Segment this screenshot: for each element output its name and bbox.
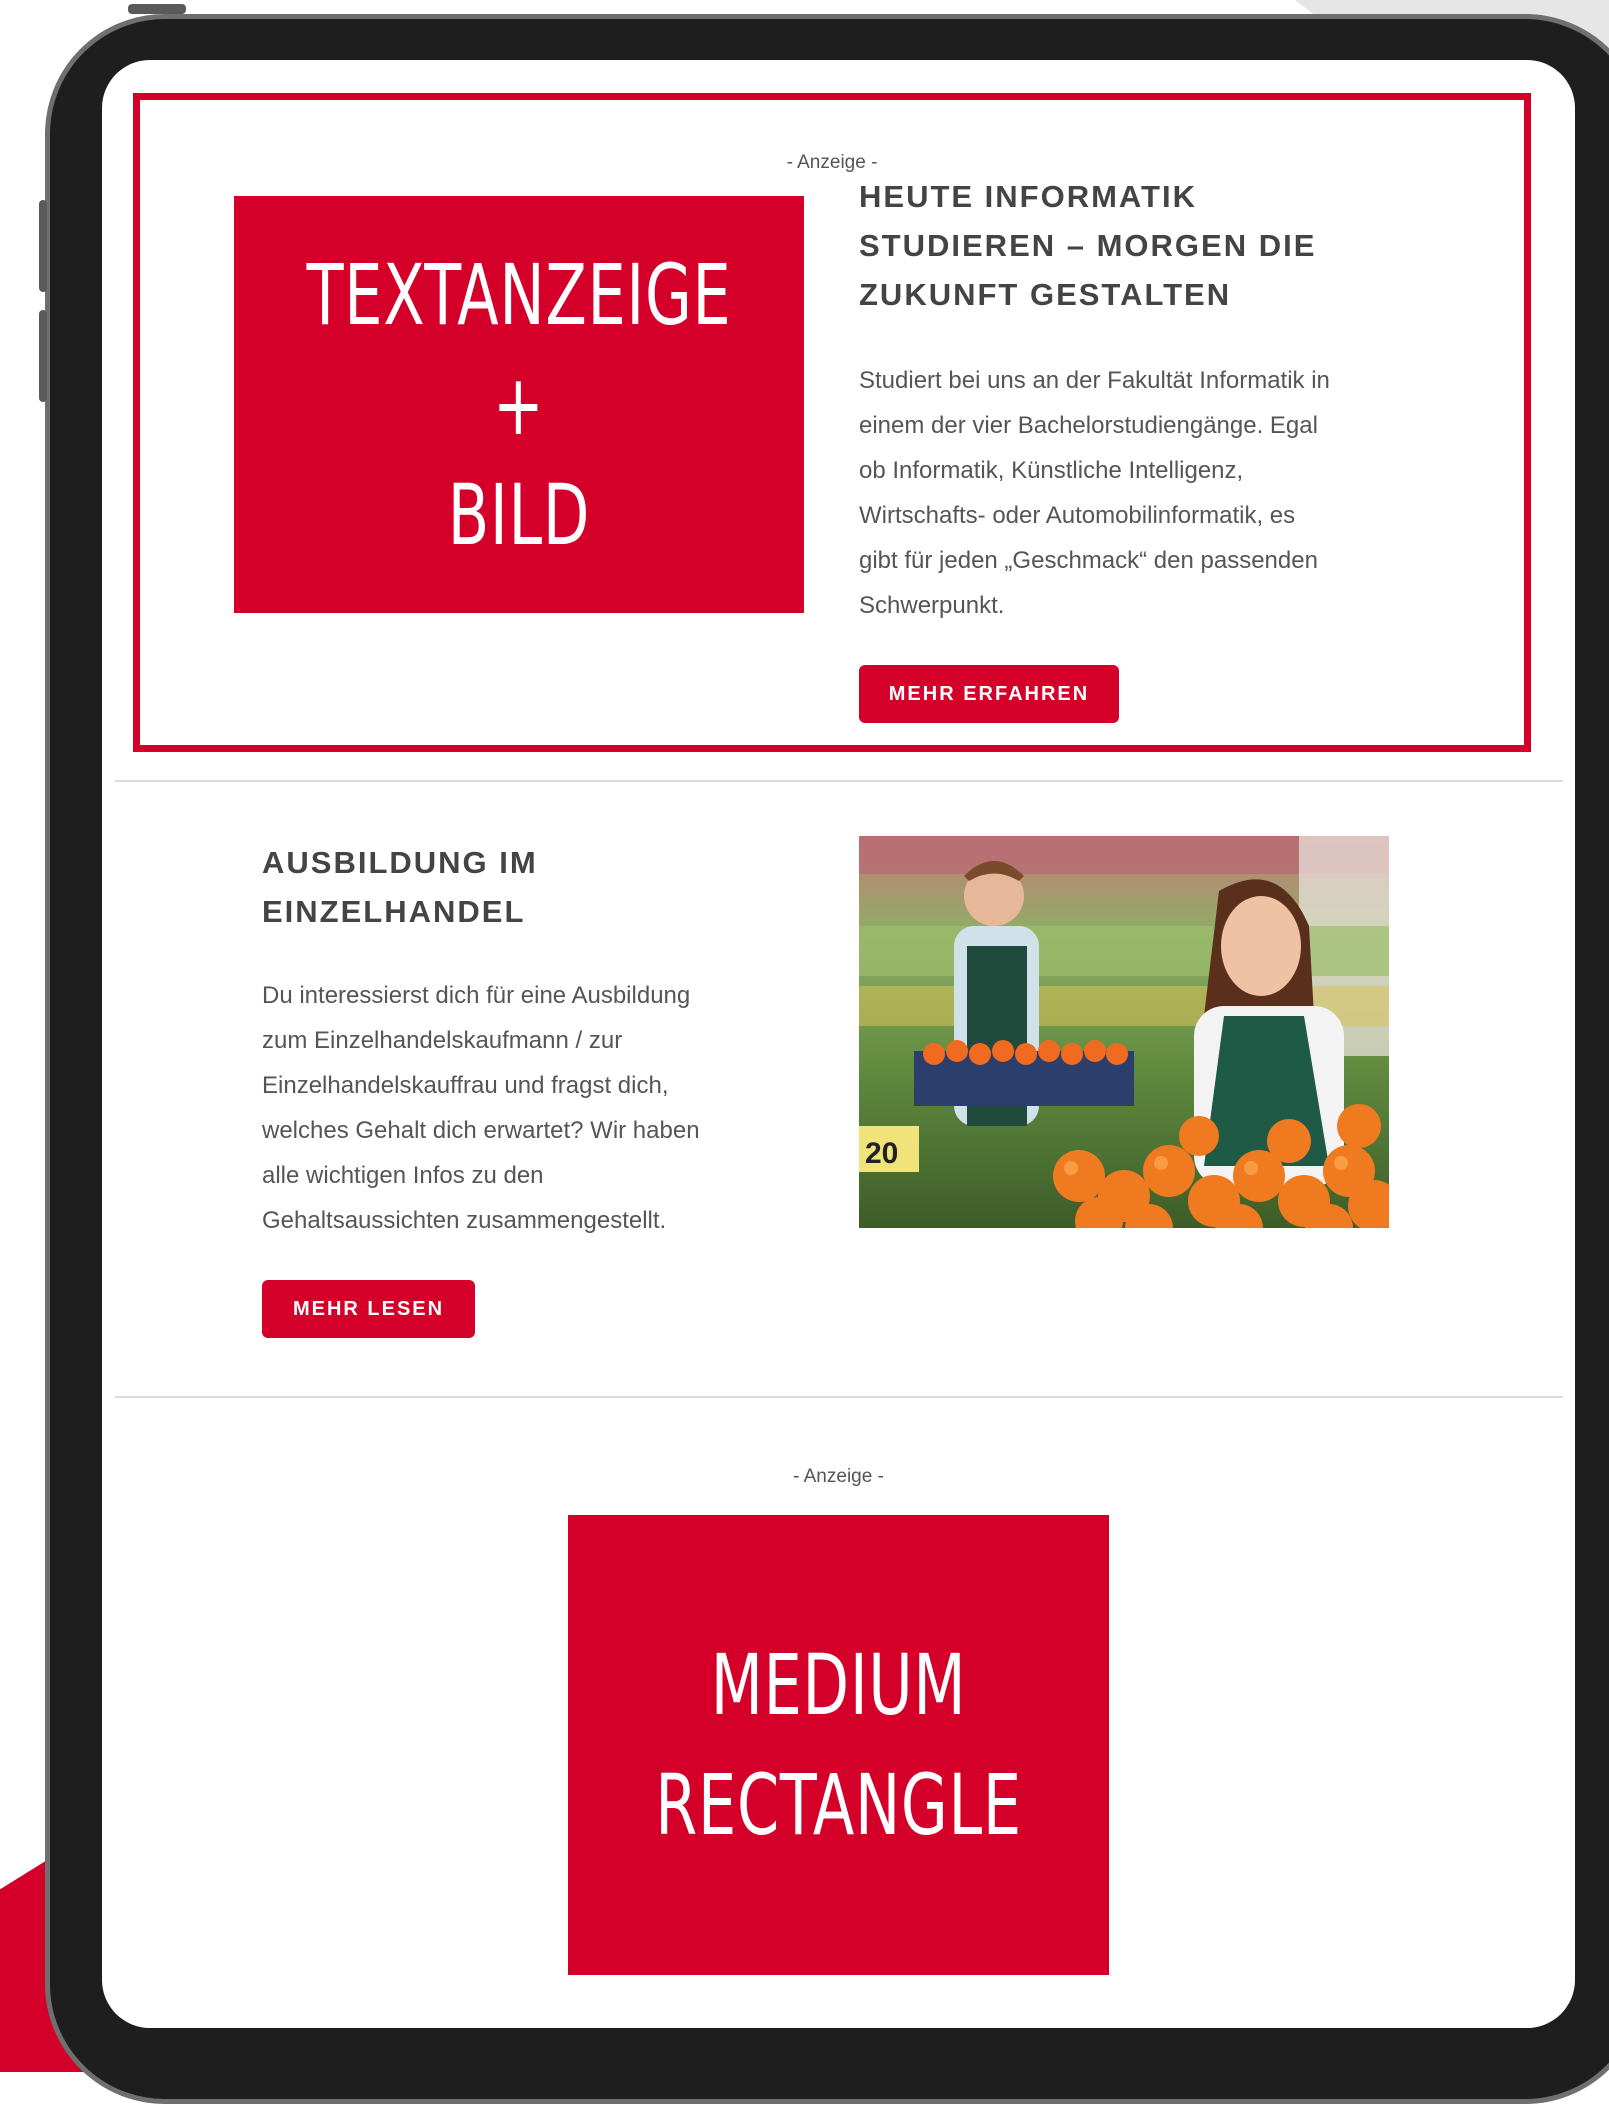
placeholder-line-1: MEDIUM	[710, 1636, 967, 1734]
article2-body-line: zum Einzelhandelskaufmann / zur	[262, 1027, 623, 1054]
tablet-top-button	[128, 4, 186, 14]
placeholder-line-2: +	[493, 355, 545, 454]
textanzeige-placeholder[interactable]: TEXTANZEIGE + BILD	[234, 196, 804, 613]
article1-title-line: ZUKUNFT GESTALTEN	[859, 277, 1232, 312]
article1-body-line: gibt für jeden „Geschmack“ den passenden	[859, 547, 1318, 574]
tablet-volume-up-button	[39, 200, 47, 292]
ad-label-medium: - Anzeige -	[793, 1466, 884, 1487]
article2-body-line: welches Gehalt dich erwartet? Wir haben	[262, 1117, 700, 1144]
section-divider	[115, 1396, 1563, 1398]
retail-workers-photo: 20	[859, 836, 1389, 1228]
placeholder-line-2: RECTANGLE	[655, 1756, 1022, 1854]
article2-title[interactable]: AUSBILDUNG IM EINZELHANDEL	[262, 838, 802, 936]
article1-body: Studiert bei uns an der Fakultät Informa…	[859, 358, 1499, 628]
article1-title-line: HEUTE INFORMATIK	[859, 179, 1197, 214]
tablet-screen: - Anzeige - - Anzeige - TEXTANZEIGE + BI…	[102, 60, 1575, 2028]
article1-body-line: ob Informatik, Künstliche Intelligenz,	[859, 457, 1244, 484]
article2-image[interactable]: 20	[859, 836, 1389, 1228]
article2-title-line: EINZELHANDEL	[262, 894, 526, 929]
price-tag-text: 20	[865, 1137, 898, 1170]
mehr-lesen-button[interactable]: MEHR LESEN	[262, 1280, 475, 1338]
medium-rectangle-placeholder[interactable]: MEDIUM RECTANGLE	[568, 1515, 1109, 1975]
article1-body-line: Schwerpunkt.	[859, 592, 1005, 619]
article1-body-line: Studiert bei uns an der Fakultät Informa…	[859, 367, 1330, 394]
article2-body-line: alle wichtigen Infos zu den	[262, 1162, 544, 1189]
article1-body-line: Wirtschafts- oder Automobilinformatik, e…	[859, 502, 1296, 529]
mehr-erfahren-button[interactable]: MEHR ERFAHREN	[859, 665, 1119, 723]
article1-title-line: STUDIEREN – MORGEN DIE	[859, 228, 1317, 263]
article2-body-line: Gehaltsaussichten zusammengestellt.	[262, 1207, 667, 1234]
article2-body: Du interessierst dich für eine Ausbildun…	[262, 973, 822, 1243]
placeholder-line-1: TEXTANZEIGE	[306, 245, 732, 344]
article2-title-line: AUSBILDUNG IM	[262, 845, 538, 880]
article1-body-line: einem der vier Bachelorstudiengänge. Ega…	[859, 412, 1318, 439]
article2-body-line: Du interessierst dich für eine Ausbildun…	[262, 982, 691, 1009]
article2-body-line: Einzelhandelskauffrau und fragst dich,	[262, 1072, 669, 1099]
placeholder-line-3: BILD	[447, 465, 591, 564]
tablet-volume-down-button	[39, 310, 47, 402]
section-divider	[115, 780, 1563, 782]
article1-title[interactable]: HEUTE INFORMATIK STUDIEREN – MORGEN DIE …	[859, 172, 1479, 319]
ad-label: - Anzeige -	[786, 152, 878, 173]
